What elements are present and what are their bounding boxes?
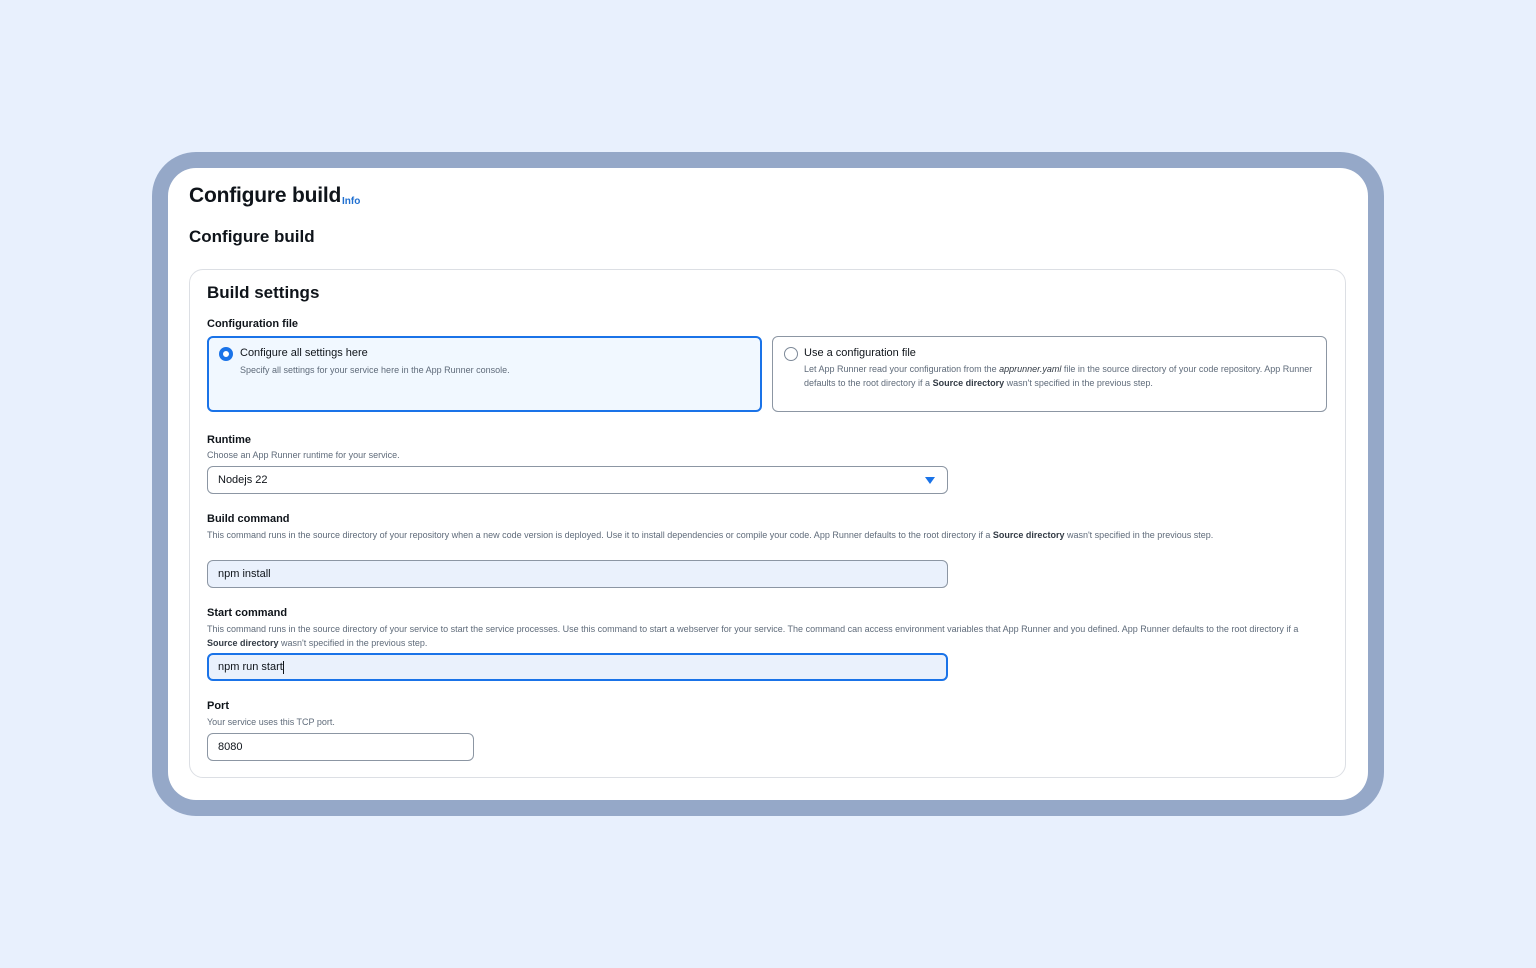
radio-unselected-icon[interactable] bbox=[784, 347, 798, 361]
use-configuration-file-option[interactable]: Use a configuration file Let App Runner … bbox=[772, 336, 1327, 412]
radio-selected-icon[interactable] bbox=[219, 347, 233, 361]
port-input[interactable]: 8080 bbox=[207, 733, 474, 761]
page-title: Configure build bbox=[189, 184, 342, 207]
start-command-label: Start command bbox=[207, 607, 288, 619]
runtime-select[interactable]: Nodejs 22 bbox=[207, 466, 948, 494]
configuration-file-label: Configuration file bbox=[207, 318, 299, 330]
runtime-selected-value: Nodejs 22 bbox=[218, 474, 268, 486]
option-title: Use a configuration file bbox=[804, 347, 916, 359]
caret-down-icon bbox=[925, 477, 935, 484]
start-command-input[interactable]: npm run start bbox=[207, 653, 948, 681]
section-title: Configure build bbox=[189, 227, 315, 246]
runtime-label: Runtime bbox=[207, 434, 251, 446]
port-label: Port bbox=[207, 700, 229, 712]
option-description: Let App Runner read your configuration f… bbox=[804, 364, 1313, 388]
info-link[interactable]: Info bbox=[342, 196, 360, 207]
option-title: Configure all settings here bbox=[240, 347, 368, 359]
text-cursor bbox=[282, 660, 284, 674]
start-command-value: npm run start bbox=[218, 661, 283, 673]
build-settings-title: Build settings bbox=[207, 283, 320, 302]
build-command-input[interactable]: npm install bbox=[207, 560, 948, 588]
build-command-value: npm install bbox=[218, 568, 271, 580]
port-description: Your service uses this TCP port. bbox=[207, 717, 335, 727]
start-command-description: This command runs in the source director… bbox=[207, 624, 1299, 648]
build-command-description: This command runs in the source director… bbox=[207, 530, 1214, 540]
runtime-description: Choose an App Runner runtime for your se… bbox=[207, 450, 400, 460]
option-description: Specify all settings for your service he… bbox=[240, 365, 510, 375]
configure-all-settings-option[interactable]: Configure all settings here Specify all … bbox=[207, 336, 762, 412]
build-command-label: Build command bbox=[207, 513, 290, 525]
config-filename: apprunner.yaml bbox=[999, 364, 1062, 374]
port-value: 8080 bbox=[218, 741, 243, 753]
